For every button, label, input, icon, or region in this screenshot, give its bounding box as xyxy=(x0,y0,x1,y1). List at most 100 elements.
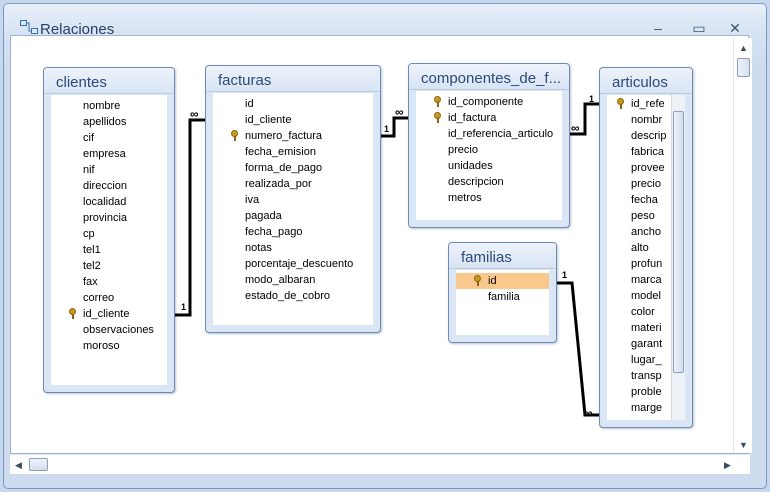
field-row[interactable]: fecha_emision xyxy=(213,144,373,160)
field-row[interactable]: forma_de_pago xyxy=(213,160,373,176)
field-row[interactable]: moroso xyxy=(51,338,167,354)
key-icon xyxy=(231,130,238,141)
field-row[interactable]: tel2 xyxy=(51,258,167,274)
horizontal-scrollbar[interactable]: ◀ ▶ xyxy=(10,454,750,474)
table-title: facturas xyxy=(218,72,272,89)
field-name: nombr xyxy=(631,114,663,126)
field-row[interactable]: fecha_pago xyxy=(213,224,373,240)
field-row[interactable]: provincia xyxy=(51,210,167,226)
field-row[interactable]: id xyxy=(213,96,373,112)
field-name: notas xyxy=(245,242,272,254)
field-row[interactable]: descripcion xyxy=(416,174,562,190)
field-name: moroso xyxy=(83,340,120,352)
field-name: precio xyxy=(448,144,478,156)
field-list[interactable]: id id_cliente numero_factura fecha_emisionf… xyxy=(213,93,373,325)
field-name: precio xyxy=(631,178,661,190)
table-scroll-thumb[interactable] xyxy=(673,111,684,373)
table-title: articulos xyxy=(612,74,668,91)
scroll-up-arrow-icon[interactable]: ▲ xyxy=(739,43,748,53)
field-list[interactable]: id_refe nombr descrip fabrica provee precio fe… xyxy=(607,95,685,420)
table-scrollbar[interactable] xyxy=(671,95,685,420)
field-row[interactable]: modo_albaran xyxy=(213,272,373,288)
field-name: direccion xyxy=(83,180,128,192)
field-row[interactable]: pagada xyxy=(213,208,373,224)
field-row[interactable]: nif xyxy=(51,162,167,178)
field-row[interactable]: numero_factura xyxy=(213,128,373,144)
field-name: model xyxy=(631,290,661,302)
field-name: cif xyxy=(83,132,94,144)
field-row[interactable]: notas xyxy=(213,240,373,256)
field-list[interactable]: nombre apellidos cif empresa nif direccion loc… xyxy=(51,95,167,385)
horizontal-scroll-thumb[interactable] xyxy=(29,458,48,471)
table-componentes-de-factura[interactable]: componentes_de_f... id_componente id_fact… xyxy=(408,63,570,228)
key-icon xyxy=(617,98,624,109)
table-header[interactable]: componentes_de_f... xyxy=(409,64,569,90)
field-name: numero_factura xyxy=(245,130,323,142)
field-row[interactable]: metros xyxy=(416,190,562,206)
field-row[interactable]: id xyxy=(456,273,549,289)
table-header[interactable]: clientes xyxy=(44,68,174,94)
table-header[interactable]: familias xyxy=(449,243,556,269)
field-name: garant xyxy=(631,338,663,350)
field-row[interactable]: apellidos xyxy=(51,114,167,130)
field-name: descrip xyxy=(631,130,667,142)
field-name: id_refe xyxy=(631,98,665,110)
field-name: provee xyxy=(631,162,665,174)
scroll-left-arrow-icon[interactable]: ◀ xyxy=(15,460,22,470)
field-row[interactable]: observaciones xyxy=(51,322,167,338)
table-articulos[interactable]: articulos id_refe nombr descrip fabrica prov… xyxy=(599,67,693,428)
field-row[interactable]: porcentaje_descuento xyxy=(213,256,373,272)
field-row[interactable]: id_factura xyxy=(416,110,562,126)
field-row[interactable]: unidades xyxy=(416,158,562,174)
relationships-icon xyxy=(20,20,38,34)
field-list[interactable]: id familia xyxy=(456,270,549,335)
field-name: marge xyxy=(631,402,663,414)
table-facturas[interactable]: facturas id id_cliente numero_facturafecha… xyxy=(205,65,381,333)
field-name: iva xyxy=(245,194,260,206)
field-name: correo xyxy=(83,292,115,304)
field-name: apellidos xyxy=(83,116,127,128)
field-row[interactable]: realizada_por xyxy=(213,176,373,192)
field-row[interactable]: tel1 xyxy=(51,242,167,258)
field-row[interactable]: cif xyxy=(51,130,167,146)
field-row[interactable]: id_cliente xyxy=(213,112,373,128)
field-row[interactable]: precio xyxy=(416,142,562,158)
cardinality-many: ∞ xyxy=(190,107,198,121)
field-name: fecha_emision xyxy=(245,146,316,158)
vertical-scroll-thumb[interactable] xyxy=(737,58,750,77)
field-row[interactable]: id_cliente xyxy=(51,306,167,322)
cardinality-one: 1 xyxy=(384,124,390,134)
cardinality-many: ∞ xyxy=(395,105,403,119)
table-clientes[interactable]: clientes nombre apellidos cif empresa nif dir… xyxy=(43,67,175,393)
field-row[interactable]: iva xyxy=(213,192,373,208)
title-bar[interactable]: Relaciones – ▭ ✕ xyxy=(4,4,766,38)
field-row[interactable]: fax xyxy=(51,274,167,290)
field-row[interactable]: cp xyxy=(51,226,167,242)
field-row[interactable]: estado_de_cobro xyxy=(213,288,373,304)
field-name: color xyxy=(631,306,655,318)
table-familias[interactable]: familias id familia xyxy=(448,242,557,343)
field-row[interactable]: id_referencia_articulo xyxy=(416,126,562,142)
field-name: porcentaje_descuento xyxy=(245,258,354,270)
field-name: nif xyxy=(83,164,95,176)
field-row[interactable]: localidad xyxy=(51,194,167,210)
field-row[interactable]: empresa xyxy=(51,146,167,162)
field-row[interactable]: nombre xyxy=(51,98,167,114)
field-name: id_componente xyxy=(448,96,524,108)
field-row[interactable]: direccion xyxy=(51,178,167,194)
scroll-down-arrow-icon[interactable]: ▼ xyxy=(739,440,748,450)
field-name: nombre xyxy=(83,100,121,112)
field-row[interactable]: correo xyxy=(51,290,167,306)
table-header[interactable]: articulos xyxy=(600,68,692,94)
field-row[interactable]: familia xyxy=(456,289,549,305)
field-name: proble xyxy=(631,386,662,398)
vertical-scrollbar[interactable]: ▲ ▼ xyxy=(733,38,752,453)
field-name: fax xyxy=(83,276,98,288)
cardinality-one: 1 xyxy=(562,270,568,280)
field-list[interactable]: id_componente id_factura id_referencia_art… xyxy=(416,91,562,220)
field-name: id xyxy=(488,275,497,287)
table-header[interactable]: facturas xyxy=(206,66,380,92)
field-name: fecha_pago xyxy=(245,226,303,238)
field-row[interactable]: id_componente xyxy=(416,94,562,110)
scroll-right-arrow-icon[interactable]: ▶ xyxy=(724,460,731,470)
